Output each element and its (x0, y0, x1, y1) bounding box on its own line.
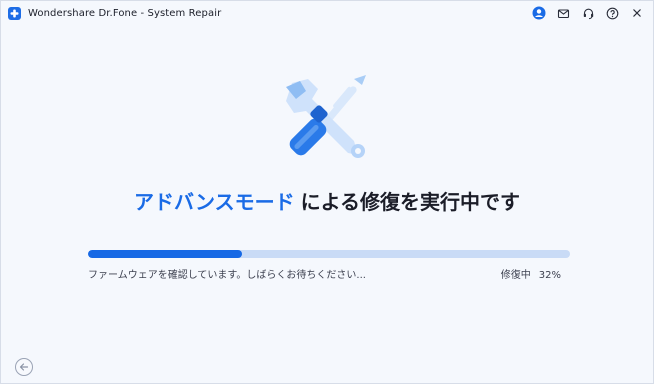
mode-name: アドバンスモード (133, 190, 295, 214)
repair-tools-illustration (278, 71, 378, 167)
title-bar: Wondershare Dr.Fone - System Repair (1, 1, 653, 25)
title-rest: による修復を実行中です (300, 190, 520, 214)
repair-progress-bar (88, 250, 570, 258)
title-bar-actions (523, 5, 646, 21)
back-button[interactable] (15, 358, 33, 376)
close-icon[interactable] (629, 5, 645, 21)
headset-icon[interactable] (580, 5, 596, 21)
account-icon[interactable] (531, 5, 547, 21)
progress-label: 修復中 (500, 270, 531, 281)
app-title: Wondershare Dr.Fone - System Repair (28, 7, 222, 19)
progress-status: 修復中 32% (501, 266, 561, 281)
status-message: ファームウェアを確認しています。しばらくお待ちください... (88, 270, 366, 281)
help-icon[interactable] (605, 5, 621, 21)
arrow-left-icon (19, 363, 29, 371)
app-logo-icon (8, 6, 21, 20)
page-title: アドバンスモード による修復を実行中です (1, 186, 653, 215)
repair-progress-fill (88, 250, 243, 258)
app-window: Wondershare Dr.Fone - System Repair アドバン… (0, 0, 654, 384)
mail-icon[interactable] (556, 5, 572, 21)
progress-percent: 32% (538, 270, 561, 281)
